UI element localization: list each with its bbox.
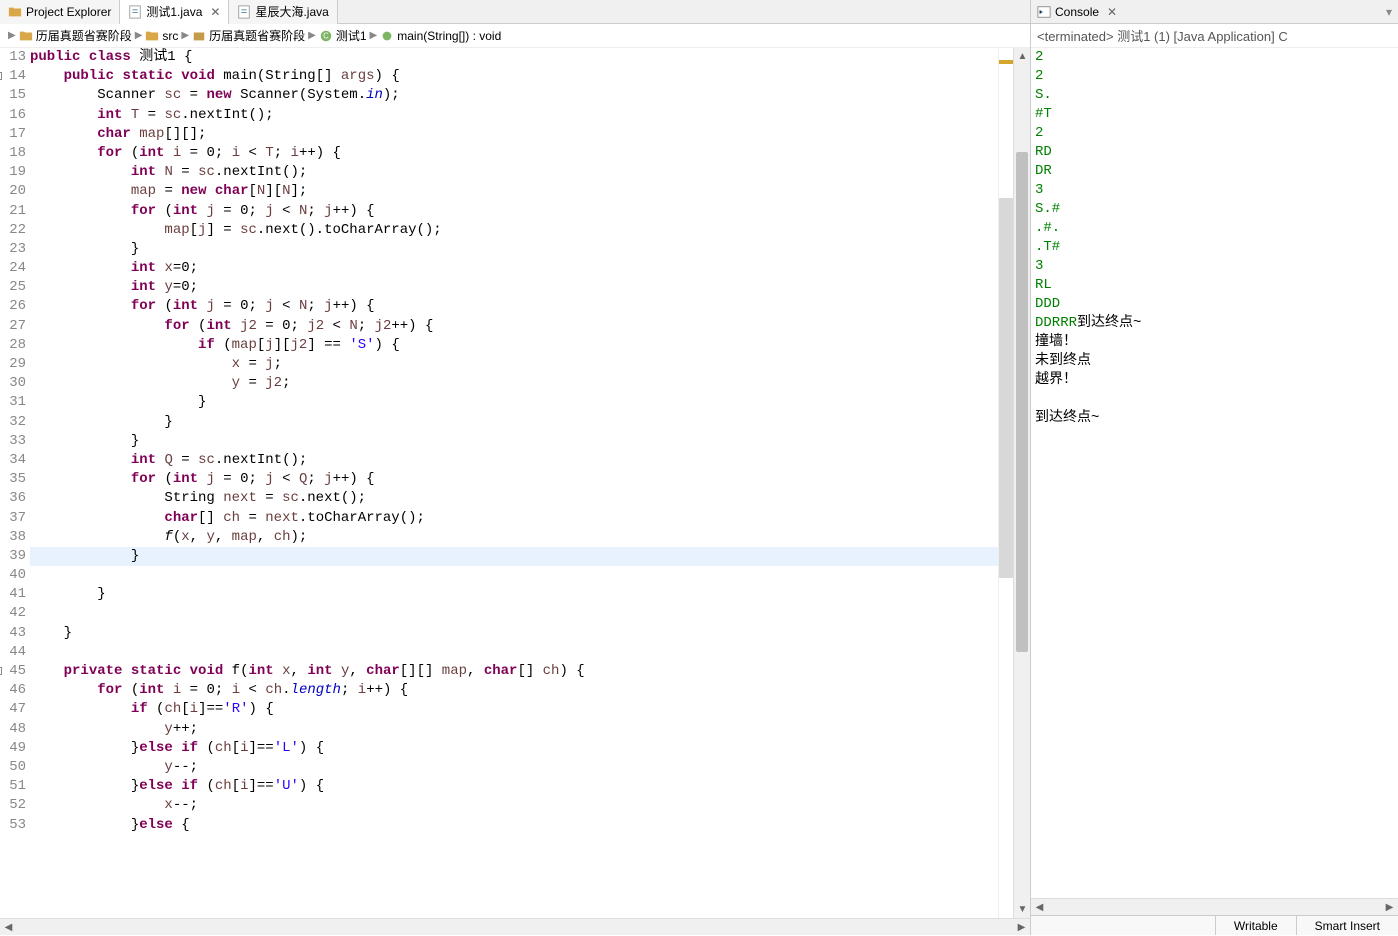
tab-label: 星辰大海.java [255,3,328,20]
console-tab-label[interactable]: Console [1055,5,1099,19]
breadcrumb-item[interactable]: src [145,29,178,43]
close-icon[interactable]: ✕ [1107,5,1117,19]
warning-mark[interactable] [999,60,1013,64]
vertical-scrollbar[interactable]: ▲ ▼ [1013,48,1030,918]
editor-tab-bar: Project Explorer 测试1.java ✕ 星辰大海.java [0,0,1030,24]
method-icon [380,29,394,43]
status-writable: Writable [1215,916,1296,935]
file-tab-2[interactable]: 星辰大海.java [229,0,337,24]
code-editor[interactable]: 1314-15161718192021222324252627282930313… [0,48,1030,918]
tab-label: 测试1.java [146,3,202,20]
line-number-gutter: 1314-15161718192021222324252627282930313… [0,48,30,918]
status-insert-mode: Smart Insert [1296,916,1398,935]
class-icon: C [319,29,333,43]
file-tab-1[interactable]: 测试1.java ✕ [120,0,229,24]
tab-label: Project Explorer [26,5,111,19]
chevron-right-icon: ▶ [135,30,143,41]
folder-icon [8,5,22,19]
console-horizontal-scrollbar[interactable]: ◀ ▶ [1031,898,1398,915]
chevron-right-icon: ▶ [181,30,189,41]
scroll-right-arrow[interactable]: ▶ [1013,919,1030,936]
scroll-left-arrow[interactable]: ◀ [1031,899,1048,916]
console-tab-bar: Console ✕ ▾ [1031,0,1398,24]
java-file-icon [237,5,251,19]
project-explorer-tab[interactable]: Project Explorer [0,0,120,24]
console-status: <terminated> 测试1 (1) [Java Application] … [1031,24,1398,48]
console-output[interactable]: 22S.#T2RDDR3S.#.#..T#3RLDDDDDRRR到达终点~撞墙！… [1031,48,1398,898]
scroll-left-arrow[interactable]: ◀ [0,919,17,936]
close-icon[interactable]: ✕ [210,5,220,19]
breadcrumb-item[interactable]: C 测试1 [319,27,367,44]
package-folder-icon [145,29,159,43]
chevron-right-icon: ▶ [8,30,16,41]
scroll-down-arrow[interactable]: ▼ [1014,901,1030,918]
breadcrumb-item[interactable]: 历届真题省赛阶段 [192,27,305,44]
package-icon [192,29,206,43]
svg-text:C: C [323,31,329,40]
scroll-up-arrow[interactable]: ▲ [1014,48,1030,65]
breadcrumb-item[interactable]: 历届真题省赛阶段 [19,27,132,44]
horizontal-scrollbar[interactable]: ◀ ▶ [0,918,1030,935]
scroll-thumb[interactable] [1016,152,1028,652]
view-menu-icon[interactable]: ▾ [1386,5,1392,19]
breadcrumb: ▶ 历届真题省赛阶段 ▶ src ▶ 历届真题省赛阶段 ▶ C 测试1 ▶ [0,24,1030,48]
code-content[interactable]: public class 测试1 { public static void ma… [30,48,998,918]
chevron-right-icon: ▶ [370,30,378,41]
java-file-icon [128,5,142,19]
chevron-right-icon: ▶ [308,30,316,41]
breadcrumb-item[interactable]: main(String[]) : void [380,29,501,43]
console-icon [1037,5,1051,19]
overview-ruler[interactable] [998,48,1013,918]
project-icon [19,29,33,43]
status-bar: Writable Smart Insert [1031,915,1398,935]
range-mark [999,198,1013,578]
scroll-right-arrow[interactable]: ▶ [1381,899,1398,916]
